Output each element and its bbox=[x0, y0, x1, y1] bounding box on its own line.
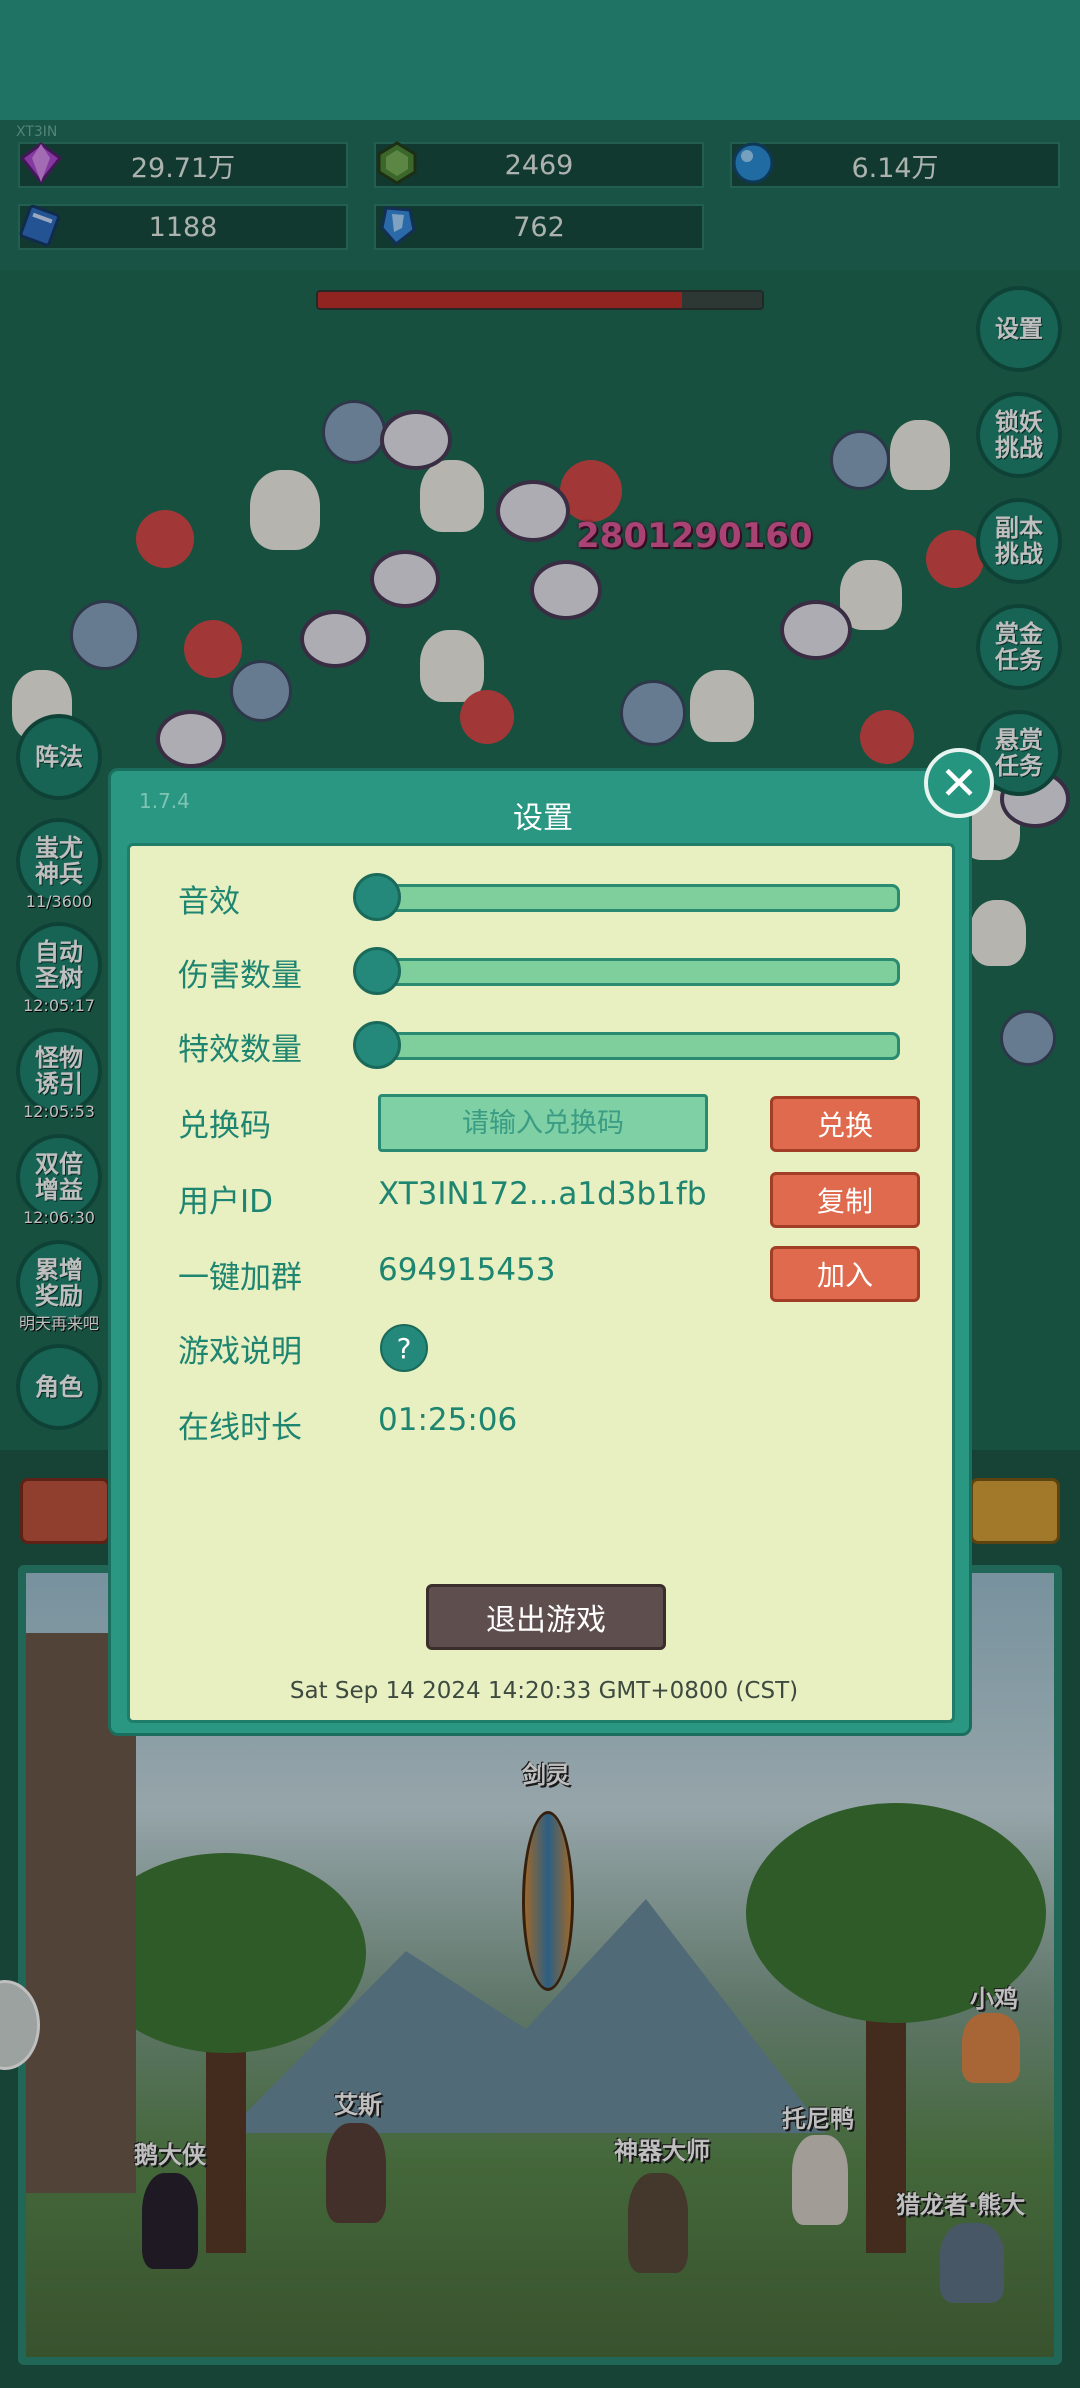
close-icon[interactable]: ✕ bbox=[924, 748, 994, 818]
game-guide-label: 游戏说明 bbox=[178, 1334, 302, 1370]
sound-label: 音效 bbox=[178, 884, 240, 920]
help-icon[interactable]: ? bbox=[380, 1324, 428, 1372]
online-time-value: 01:25:06 bbox=[378, 1402, 518, 1438]
timestamp: Sat Sep 14 2024 14:20:33 GMT+0800 (CST) bbox=[289, 1678, 799, 1704]
slider-knob[interactable] bbox=[353, 947, 401, 995]
copy-button[interactable]: 复制 bbox=[770, 1172, 920, 1228]
user-id-label: 用户ID bbox=[178, 1184, 274, 1220]
sound-slider[interactable] bbox=[353, 873, 900, 921]
modal-title: 设置 bbox=[513, 801, 573, 836]
settings-modal: 1.7.4 设置 音效 伤害数量 特效数量 兑换码 兑换 用户ID XT3IN1… bbox=[108, 768, 972, 1736]
damage-count-label: 伤害数量 bbox=[178, 958, 302, 994]
effects-count-label: 特效数量 bbox=[178, 1032, 302, 1068]
redeem-code-input[interactable] bbox=[378, 1094, 708, 1152]
online-time-label: 在线时长 bbox=[178, 1410, 302, 1446]
join-button[interactable]: 加入 bbox=[770, 1246, 920, 1302]
effects-count-slider[interactable] bbox=[353, 1021, 900, 1069]
damage-count-slider[interactable] bbox=[353, 947, 900, 995]
slider-knob[interactable] bbox=[353, 873, 401, 921]
exit-game-button[interactable]: 退出游戏 bbox=[426, 1584, 666, 1650]
join-group-label: 一键加群 bbox=[178, 1260, 302, 1296]
group-number: 694915453 bbox=[378, 1252, 556, 1288]
redeem-button[interactable]: 兑换 bbox=[770, 1096, 920, 1152]
redeem-code-label: 兑换码 bbox=[178, 1108, 271, 1144]
user-id-value: XT3IN172...a1d3b1fb bbox=[378, 1176, 707, 1212]
settings-panel: 音效 伤害数量 特效数量 兑换码 兑换 用户ID XT3IN172...a1d3… bbox=[127, 843, 955, 1723]
slider-knob[interactable] bbox=[353, 1021, 401, 1069]
